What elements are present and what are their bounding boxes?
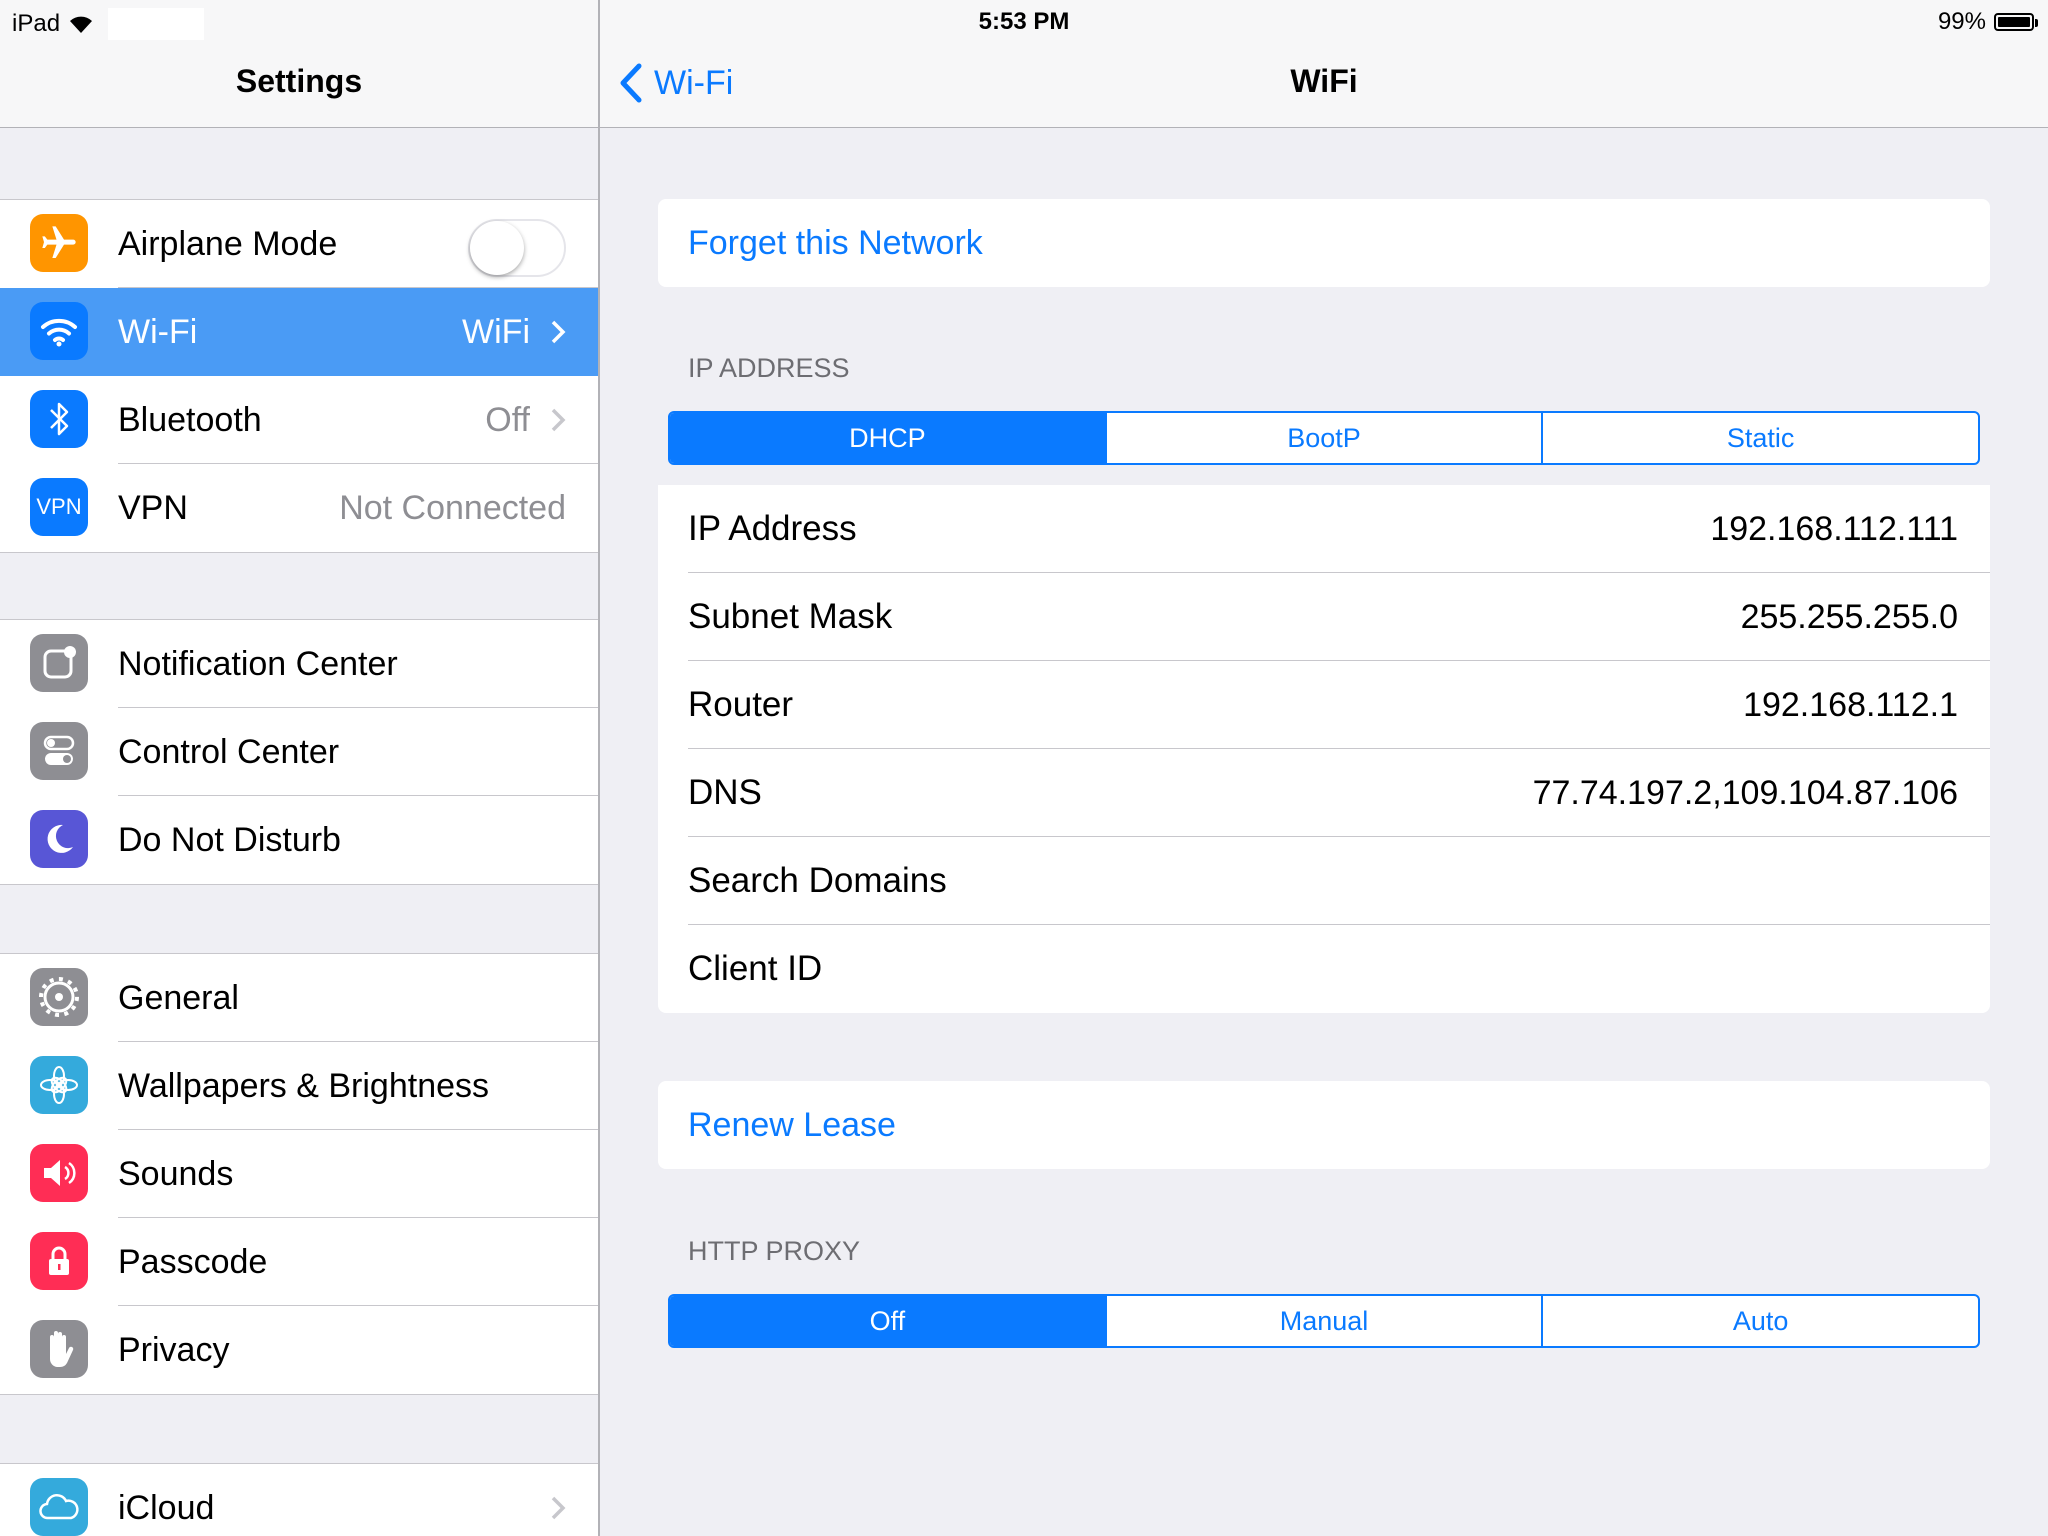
- sidebar-item-label: Notification Center: [118, 645, 398, 683]
- settings-sidebar: Settings Airplane Mode Wi-Fi WiFi Blueto…: [0, 0, 600, 1536]
- sidebar-item-vpn[interactable]: VPN VPN Not Connected: [0, 464, 598, 552]
- vpn-status: Not Connected: [339, 489, 566, 527]
- ip-mode-bootp[interactable]: BootP: [1104, 413, 1542, 463]
- field-label: Search Domains: [688, 861, 947, 900]
- sidebar-item-label: General: [118, 979, 239, 1017]
- sidebar-item-label: Bluetooth: [118, 401, 262, 439]
- bluetooth-icon: [30, 390, 88, 448]
- field-value: 77.74.197.2,109.104.87.106: [1532, 774, 1958, 812]
- sidebar-item-control-center[interactable]: Control Center: [0, 708, 598, 796]
- wifi-icon: [30, 302, 88, 360]
- battery-icon: [1994, 13, 2038, 31]
- field-value: 192.168.112.1: [1743, 686, 1958, 724]
- field-label: Subnet Mask: [688, 597, 893, 636]
- ip-details-card: IP Address 192.168.112.111 Subnet Mask 2…: [658, 485, 1990, 1013]
- client-id-row[interactable]: Client ID: [658, 925, 1990, 1013]
- sidebar-item-airplane-mode: Airplane Mode: [0, 200, 598, 288]
- sidebar-item-label: Airplane Mode: [118, 225, 338, 263]
- airplane-icon: [30, 214, 88, 272]
- sidebar-item-label: Wi-Fi: [118, 313, 198, 351]
- notifications-group: Notification Center Control Center Do No…: [0, 619, 598, 885]
- status-bar: iPad 5:53 PM 99%: [0, 0, 2048, 40]
- chevron-right-icon: [551, 408, 566, 432]
- flower-icon: [30, 1056, 88, 1114]
- gear-icon: [30, 968, 88, 1026]
- sidebar-item-passcode[interactable]: Passcode: [0, 1218, 598, 1306]
- field-value: 192.168.112.111: [1710, 510, 1958, 548]
- ip-address-row[interactable]: IP Address 192.168.112.111: [658, 485, 1990, 573]
- http-proxy-header: HTTP PROXY: [688, 1236, 861, 1266]
- sidebar-item-privacy[interactable]: Privacy: [0, 1306, 598, 1394]
- sidebar-item-icloud[interactable]: iCloud: [0, 1464, 598, 1536]
- field-label: Client ID: [688, 949, 823, 988]
- proxy-mode-auto[interactable]: Auto: [1541, 1296, 1978, 1346]
- page-title: WiFi: [1290, 63, 1358, 99]
- toggle-knob: [470, 221, 524, 275]
- forget-network-button[interactable]: Forget this Network: [658, 199, 1990, 287]
- speaker-icon: [30, 1144, 88, 1202]
- sidebar-item-label: Control Center: [118, 733, 340, 771]
- sidebar-item-label: Privacy: [118, 1331, 230, 1369]
- chevron-right-icon: [551, 1496, 566, 1520]
- sidebar-item-do-not-disturb[interactable]: Do Not Disturb: [0, 796, 598, 884]
- sidebar-item-label: Passcode: [118, 1243, 268, 1281]
- sidebar-item-label: Do Not Disturb: [118, 821, 341, 859]
- moon-icon: [30, 810, 88, 868]
- cloud-icon: [30, 1478, 88, 1536]
- http-proxy-selector: Off Manual Auto: [668, 1294, 1980, 1348]
- sidebar-item-label: Sounds: [118, 1155, 234, 1193]
- renew-lease-card: Renew Lease: [658, 1081, 1990, 1169]
- ip-mode-selector: DHCP BootP Static: [668, 411, 1980, 465]
- router-row[interactable]: Router 192.168.112.1: [658, 661, 1990, 749]
- sidebar-item-label: VPN: [118, 489, 188, 527]
- connectivity-group: Airplane Mode Wi-Fi WiFi Bluetooth Off V…: [0, 199, 598, 553]
- sidebar-item-wallpapers-brightness[interactable]: Wallpapers & Brightness: [0, 1042, 598, 1130]
- field-label: Router: [688, 685, 794, 724]
- field-label: DNS: [688, 773, 762, 812]
- subnet-mask-row[interactable]: Subnet Mask 255.255.255.0: [658, 573, 1990, 661]
- sidebar-item-sounds[interactable]: Sounds: [0, 1130, 598, 1218]
- sidebar-item-label: Wallpapers & Brightness: [118, 1067, 490, 1105]
- sidebar-item-label: iCloud: [118, 1489, 215, 1527]
- ip-mode-static[interactable]: Static: [1541, 413, 1978, 463]
- lock-icon: [30, 1232, 88, 1290]
- forget-network-card: Forget this Network: [658, 199, 1990, 287]
- bluetooth-status: Off: [485, 401, 530, 439]
- control-center-icon: [30, 722, 88, 780]
- vpn-icon: VPN: [30, 478, 88, 536]
- ip-address-header: IP ADDRESS: [688, 353, 850, 383]
- dns-row[interactable]: DNS 77.74.197.2,109.104.87.106: [658, 749, 1990, 837]
- renew-lease-button[interactable]: Renew Lease: [658, 1081, 1990, 1169]
- general-group: General Wallpapers & Brightness Sounds P…: [0, 953, 598, 1395]
- sidebar-item-bluetooth[interactable]: Bluetooth Off: [0, 376, 598, 464]
- status-right: 99%: [1937, 8, 2038, 36]
- proxy-mode-off[interactable]: Off: [670, 1296, 1105, 1346]
- field-value: 255.255.255.0: [1740, 598, 1958, 636]
- notification-center-icon: [30, 634, 88, 692]
- wifi-network-name: WiFi: [462, 313, 530, 351]
- status-time: 5:53 PM: [978, 8, 1070, 35]
- sidebar-item-general[interactable]: General: [0, 954, 598, 1042]
- airplane-mode-toggle[interactable]: [468, 219, 566, 277]
- settings-title: Settings: [235, 63, 363, 99]
- search-domains-row[interactable]: Search Domains: [658, 837, 1990, 925]
- accounts-group: iCloud: [0, 1463, 598, 1536]
- ip-mode-dhcp[interactable]: DHCP: [670, 413, 1105, 463]
- sidebar-item-notification-center[interactable]: Notification Center: [0, 620, 598, 708]
- hand-icon: [30, 1320, 88, 1378]
- chevron-right-icon: [551, 320, 566, 344]
- battery-percent: 99%: [1937, 8, 1986, 35]
- sidebar-item-wifi[interactable]: Wi-Fi WiFi: [0, 288, 598, 376]
- field-label: IP Address: [688, 509, 857, 548]
- proxy-mode-manual[interactable]: Manual: [1104, 1296, 1542, 1346]
